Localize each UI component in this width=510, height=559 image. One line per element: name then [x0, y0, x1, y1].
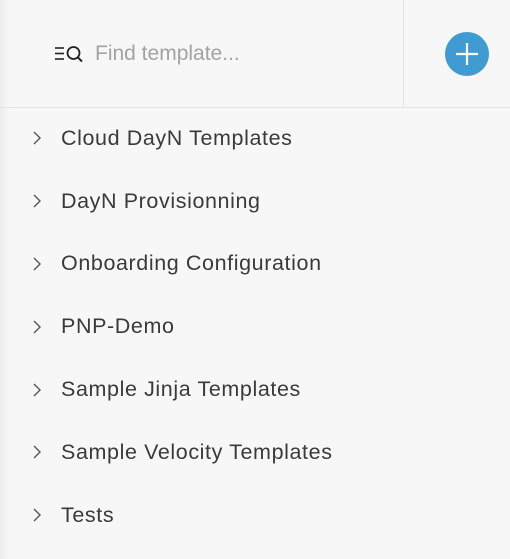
list-item-label: Sample Velocity Templates: [61, 439, 333, 464]
chevron-right-icon: [30, 382, 44, 398]
list-item[interactable]: PNP-Demo: [0, 295, 510, 358]
list-item[interactable]: Onboarding Configuration: [0, 233, 510, 296]
list-item[interactable]: Tests: [0, 484, 510, 547]
list-item-label: PNP-Demo: [61, 314, 175, 339]
chevron-right-icon: [30, 444, 44, 460]
plus-icon: [455, 42, 478, 65]
chevron-right-icon: [30, 319, 44, 335]
list-item[interactable]: Sample Jinja Templates: [0, 358, 510, 421]
chevron-right-icon: [30, 193, 44, 209]
list-item-label: Cloud DayN Templates: [61, 125, 293, 150]
list-item-label: Tests: [61, 502, 115, 527]
add-template-area: [405, 0, 510, 107]
chevron-right-icon: [30, 130, 44, 146]
list-item-label: Sample Jinja Templates: [61, 377, 301, 402]
list-item[interactable]: DayN Provisionning: [0, 170, 510, 233]
list-item-label: DayN Provisionning: [61, 188, 261, 213]
search-input[interactable]: [95, 41, 395, 66]
template-panel-header: [0, 0, 510, 108]
template-panel: Cloud DayN Templates DayN Provisionning …: [0, 0, 510, 559]
template-list: Cloud DayN Templates DayN Provisionning …: [0, 107, 510, 547]
search-bar: [0, 0, 404, 107]
list-item[interactable]: Cloud DayN Templates: [0, 107, 510, 170]
chevron-right-icon: [30, 507, 44, 523]
list-item[interactable]: Sample Velocity Templates: [0, 421, 510, 484]
add-template-button[interactable]: [444, 31, 489, 76]
filter-search-icon: [53, 43, 91, 65]
chevron-right-icon: [30, 256, 44, 272]
list-item-label: Onboarding Configuration: [61, 251, 322, 276]
